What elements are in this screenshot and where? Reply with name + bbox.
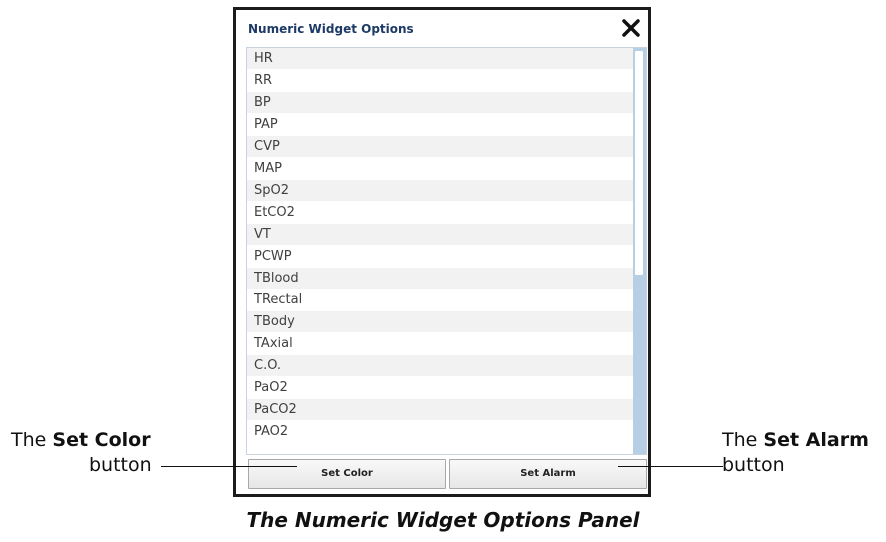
scrollbar-thumb[interactable] [635, 51, 643, 275]
list-item[interactable]: TBody [247, 311, 634, 333]
close-icon[interactable] [620, 17, 642, 39]
callout-bold-label: Set Alarm [763, 429, 869, 451]
list-item[interactable]: TRectal [247, 289, 634, 310]
list-item[interactable]: TBlood [247, 267, 634, 289]
list-item[interactable]: SpO2 [247, 179, 634, 201]
callout-prefix: The [722, 429, 758, 451]
list-item[interactable]: PAO2 [247, 421, 634, 442]
set-alarm-button[interactable]: Set Alarm [449, 459, 647, 489]
figure-caption: The Numeric Widget Options Panel [246, 508, 640, 532]
set-color-callout-line1: The Set Color [11, 428, 171, 453]
set-color-callout: The Set Color button [11, 428, 171, 478]
list-item[interactable]: PaO2 [247, 377, 634, 398]
numeric-widget-options-panel: Numeric Widget Options PAO2 PaCO2 PaO2 C.O.… [233, 7, 651, 497]
set-alarm-callout: The Set Alarm button [722, 428, 886, 478]
set-alarm-leader-line [618, 466, 723, 467]
options-list[interactable]: PAO2 PaCO2 PaO2 C.O. TAxial TBody TRectal TBloo… [246, 47, 647, 455]
list-item[interactable]: VT [247, 223, 634, 245]
callout-prefix: The [11, 429, 47, 451]
list-item[interactable]: EtCO2 [247, 202, 634, 223]
list-item[interactable]: CVP [247, 135, 634, 157]
panel-title: Numeric Widget Options [248, 22, 414, 36]
list-item[interactable]: C.O. [247, 355, 634, 377]
list-item[interactable]: PaCO2 [247, 399, 634, 421]
scrollbar[interactable] [633, 48, 646, 454]
list-item[interactable]: TAxial [247, 333, 634, 354]
list-item[interactable]: RR [247, 70, 634, 91]
list-item[interactable]: BP [247, 91, 634, 113]
set-color-leader-line [161, 466, 297, 467]
callout-bold-label: Set Color [52, 429, 151, 451]
callout-suffix: button [89, 454, 152, 476]
list-item[interactable]: HR [247, 48, 634, 69]
list-item[interactable]: MAP [247, 158, 634, 179]
set-alarm-callout-line1: The Set Alarm [722, 428, 886, 453]
callout-suffix: button [722, 454, 785, 476]
set-color-button[interactable]: Set Color [248, 459, 446, 489]
list-item[interactable]: PCWP [247, 246, 634, 267]
list-item[interactable]: PAP [247, 114, 634, 135]
